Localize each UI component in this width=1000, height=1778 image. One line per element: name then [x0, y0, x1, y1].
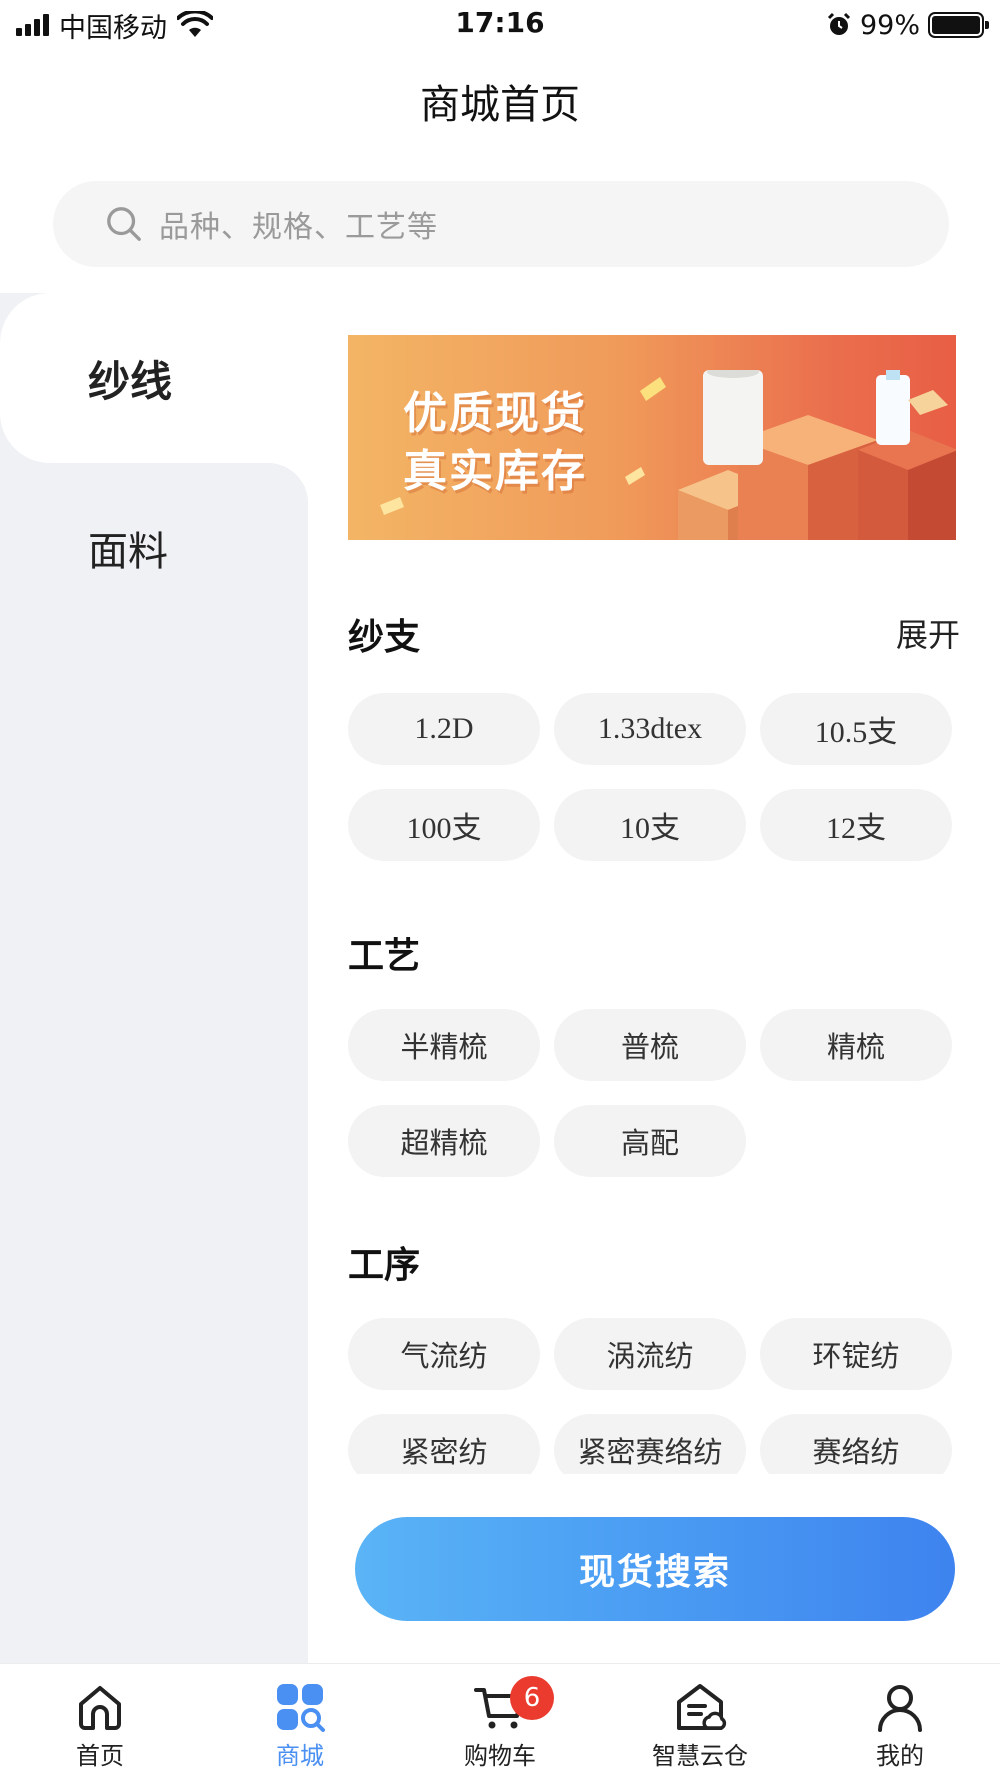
user-icon [878, 1685, 922, 1732]
tab-label: 我的 [876, 1742, 924, 1770]
promo-banner[interactable]: 优质现货 真实库存 [348, 335, 956, 540]
tab-label: 智慧云仓 [652, 1742, 748, 1770]
section-title-process: 工艺 [348, 936, 421, 977]
home-icon [79, 1686, 121, 1730]
filter-chip[interactable]: 12支 [760, 789, 952, 861]
tab-label: 首页 [76, 1742, 124, 1770]
filter-chip[interactable]: 紧密赛络纺 [554, 1414, 746, 1474]
expand-button[interactable]: 展开 [896, 610, 960, 656]
filter-chip[interactable]: 普梳 [554, 1009, 746, 1081]
tab-cart[interactable]: 购物车 6 [400, 1664, 600, 1778]
tab-mall[interactable]: 商城 [200, 1664, 400, 1778]
sidebar-item-label: 面料 [88, 529, 168, 575]
filter-chip[interactable]: 1.33dtex [554, 693, 746, 765]
filter-chip[interactable]: 气流纺 [348, 1318, 540, 1390]
chip-row-clipped: 紧密纺 紧密赛络纺 赛络纺 [348, 1414, 960, 1474]
tab-cloud-warehouse[interactable]: 智慧云仓 [600, 1664, 800, 1778]
banner-line-1: 优质现货 [403, 388, 587, 439]
cubes-illustration [678, 370, 956, 540]
filter-chip[interactable]: 10支 [554, 789, 746, 861]
banner-line-2: 真实库存 [403, 446, 587, 497]
sidebar-item-label: 纱线 [88, 356, 173, 406]
filter-chip[interactable]: 精梳 [760, 1009, 952, 1081]
section-title-spinning: 工序 [348, 1245, 421, 1286]
cart-badge: 6 [510, 1676, 554, 1720]
sidebar-item-fabric[interactable]: 面料 [0, 463, 308, 633]
filter-chip[interactable]: 高配 [554, 1105, 746, 1177]
filter-chip[interactable]: 环锭纺 [760, 1318, 952, 1390]
confetti-icon [380, 497, 404, 515]
filter-chip[interactable]: 1.2D [348, 693, 540, 765]
tab-home[interactable]: 首页 [0, 1664, 200, 1778]
confetti-icon [625, 467, 645, 485]
tab-label: 购物车 [464, 1742, 536, 1770]
stock-search-button[interactable]: 现货搜索 [355, 1517, 955, 1621]
section-title-count: 纱支 [348, 617, 421, 658]
cloud-warehouse-icon [677, 1684, 727, 1730]
confetti-icon [640, 377, 666, 401]
category-sidebar: 纱线 面料 [0, 293, 308, 1663]
tab-label: 商城 [276, 1742, 324, 1770]
banner-headline: 优质现货 真实库存 [403, 385, 587, 501]
bottom-tab-bar: 首页 商城 购物车 6 智慧云仓 我的 [0, 1663, 1000, 1778]
filter-chip[interactable]: 涡流纺 [554, 1318, 746, 1390]
filter-chip[interactable]: 超精梳 [348, 1105, 540, 1177]
mall-grid-icon [277, 1684, 325, 1732]
filter-chip[interactable]: 紧密纺 [348, 1414, 540, 1474]
filter-chip[interactable]: 半精梳 [348, 1009, 540, 1081]
sidebar-item-yarn[interactable]: 纱线 [0, 293, 308, 503]
filter-chip[interactable]: 100支 [348, 789, 540, 861]
filter-chip[interactable]: 赛络纺 [760, 1414, 952, 1474]
tab-mine[interactable]: 我的 [800, 1664, 1000, 1778]
search-icon [107, 207, 141, 241]
filter-chip[interactable]: 10.5支 [760, 693, 952, 765]
